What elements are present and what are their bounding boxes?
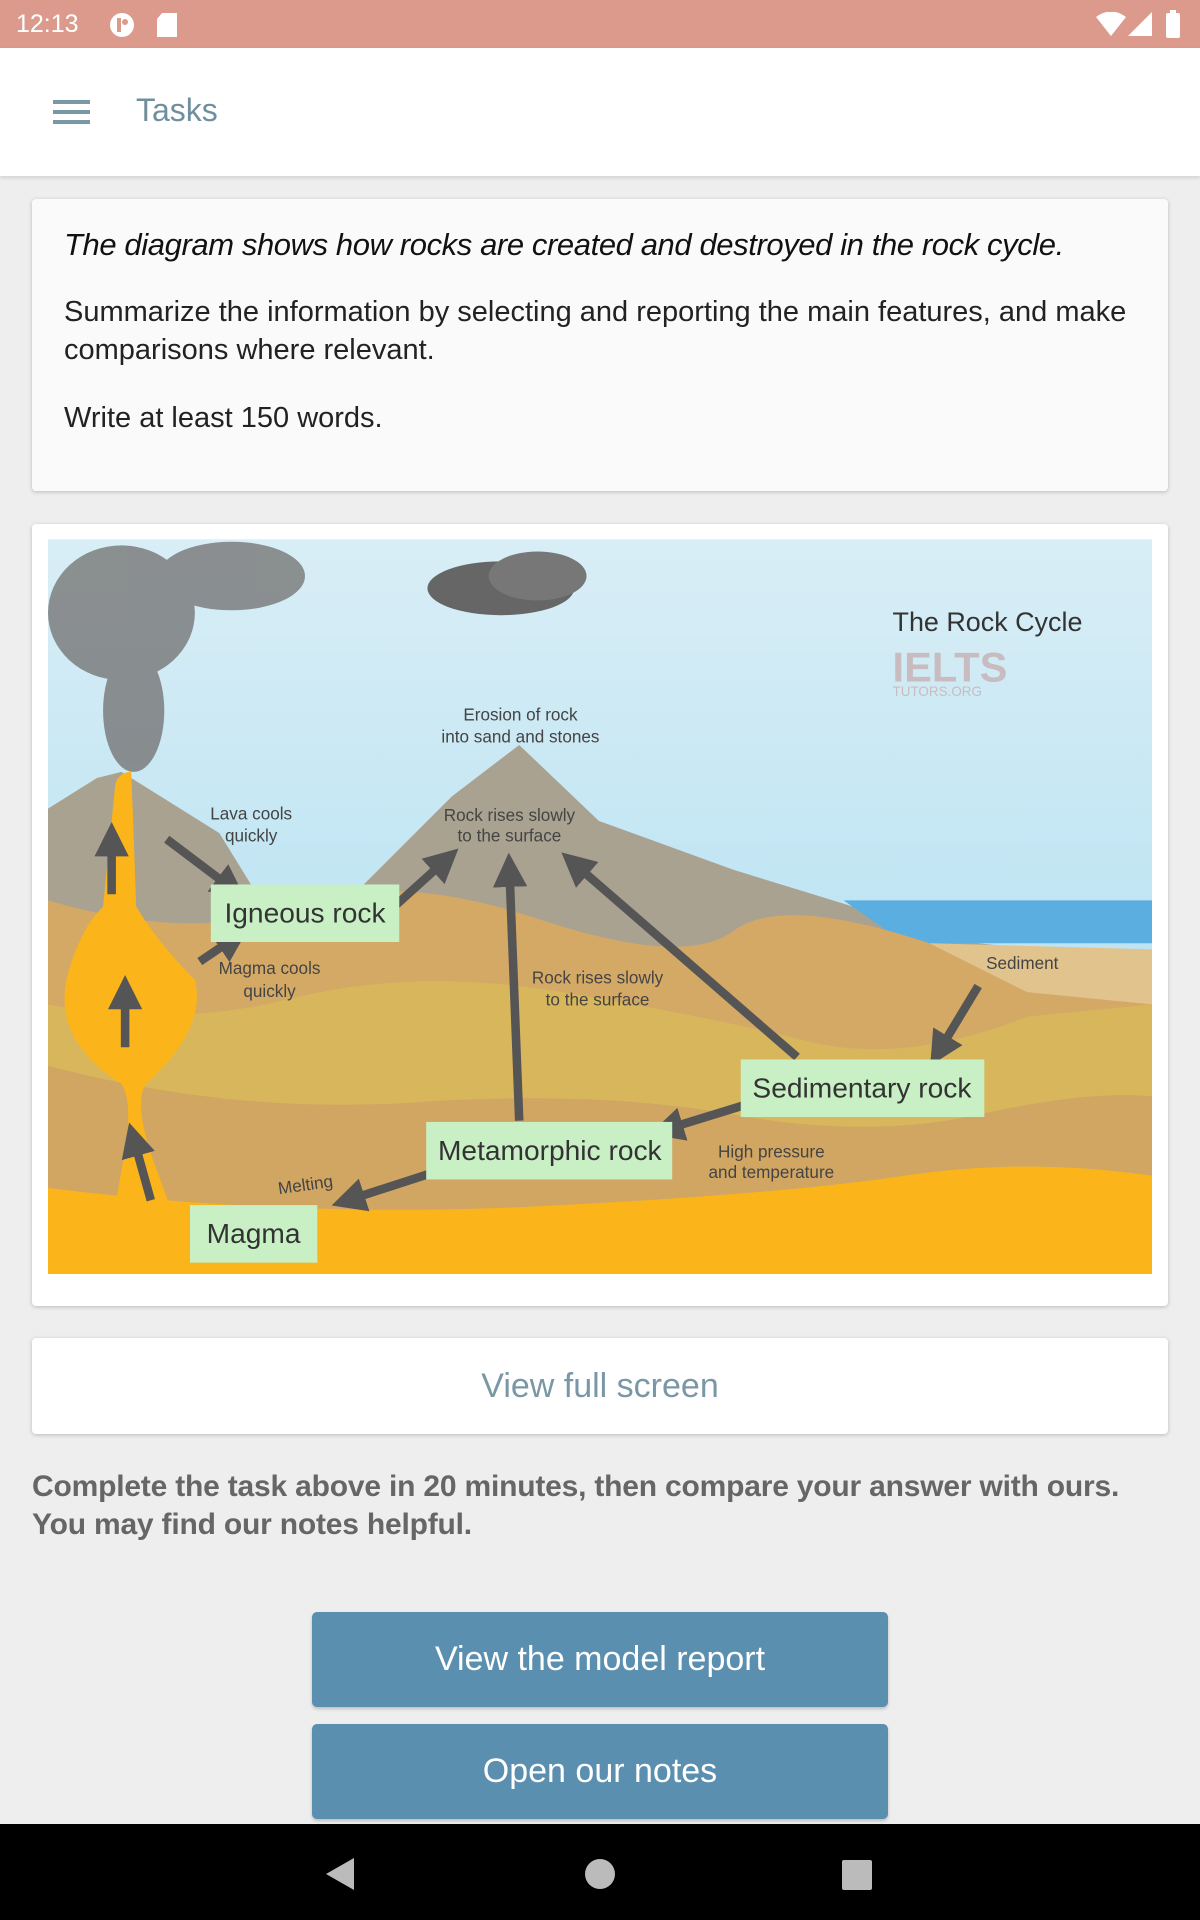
label-magma-cools-1: Magma cools [219, 958, 321, 978]
view-full-screen-button[interactable]: View full screen [32, 1338, 1168, 1434]
battery-icon [1166, 10, 1180, 38]
navigation-bar [0, 1824, 1200, 1920]
sedimentary-rock-label: Sedimentary rock [752, 1072, 972, 1103]
app-notification-icon [110, 13, 134, 37]
task-instruction: Summarize the information by selecting a… [64, 296, 1127, 366]
label-lava-1: Lava cools [210, 804, 292, 824]
app-bar: Tasks [0, 48, 1200, 176]
page-title: Tasks [136, 92, 218, 128]
label-rise-top-1: Rock rises slowly [444, 805, 576, 825]
label-erosion-1: Erosion of rock [463, 704, 578, 724]
label-pressure-2: and temperature [709, 1162, 835, 1182]
label-rise-mid-1: Rock rises slowly [532, 968, 664, 988]
label-pressure-1: High pressure [718, 1141, 825, 1161]
status-bar: 12:13 [0, 0, 1200, 48]
igneous-rock-label: Igneous rock [224, 897, 386, 928]
magma-label: Magma [207, 1218, 301, 1249]
sd-card-icon [157, 13, 177, 37]
label-rise-top-2: to the surface [458, 826, 562, 846]
label-magma-cools-2: quickly [243, 981, 296, 1001]
task-word-count: Write at least 150 words. [64, 402, 383, 434]
metamorphic-rock-label: Metamorphic rock [438, 1135, 663, 1166]
back-icon[interactable] [326, 1858, 356, 1890]
home-icon[interactable] [584, 1858, 616, 1890]
recents-icon[interactable] [842, 1860, 872, 1890]
label-sediment: Sediment [986, 953, 1059, 973]
diagram-card: The Rock Cycle IELTS TUTORS.ORG Erosion … [32, 524, 1168, 1306]
signal-icon [1128, 12, 1152, 36]
wifi-icon [1096, 12, 1126, 36]
task-lead: The diagram shows how rocks are created … [64, 227, 1064, 262]
rock-cycle-diagram[interactable]: The Rock Cycle IELTS TUTORS.ORG Erosion … [48, 539, 1152, 1274]
watermark-sub: TUTORS.ORG [893, 684, 982, 699]
label-rise-mid-2: to the surface [546, 990, 650, 1010]
status-time: 12:13 [16, 10, 79, 38]
task-note: Complete the task above in 20 minutes, t… [32, 1470, 1120, 1541]
label-lava-2: quickly [225, 826, 278, 846]
hamburger-menu-icon[interactable] [53, 100, 90, 124]
open-notes-button[interactable]: Open our notes [312, 1724, 888, 1819]
view-model-report-button[interactable]: View the model report [312, 1612, 888, 1707]
task-card: The diagram shows how rocks are created … [32, 199, 1168, 491]
label-erosion-2: into sand and stones [441, 726, 599, 746]
diagram-title: The Rock Cycle [893, 607, 1083, 637]
